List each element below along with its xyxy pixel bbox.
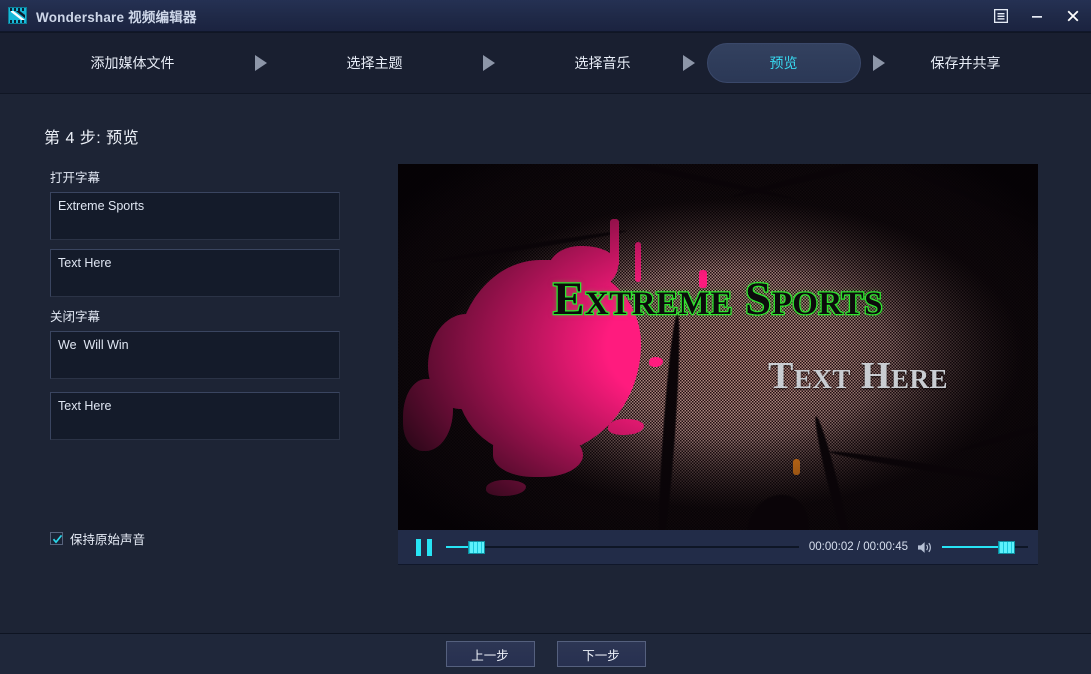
open-caption-line1-input[interactable]: Extreme Sports xyxy=(50,192,340,240)
list-menu-icon xyxy=(994,9,1008,23)
video-screen[interactable]: Extreme Sports Text Here xyxy=(398,164,1038,530)
player-controls: 00:00:02 / 00:00:45 xyxy=(398,530,1038,565)
video-vignette xyxy=(398,164,1038,530)
close-icon xyxy=(1067,10,1079,22)
triangle-right-icon xyxy=(482,55,495,71)
time-display: 00:00:02 / 00:00:45 xyxy=(808,541,908,553)
progress-slider[interactable] xyxy=(446,539,799,556)
keep-original-audio-label: 保持原始声音 xyxy=(70,533,146,547)
triangle-right-icon xyxy=(872,55,885,71)
next-step-button[interactable]: 下一步 xyxy=(556,641,646,667)
progress-slider-handle[interactable] xyxy=(468,540,485,554)
app-title: Wondershare 视频编辑器 xyxy=(36,9,197,25)
step-save-share[interactable]: 保存并共享 xyxy=(925,53,1007,73)
page-title: 第 4 步: 预览 xyxy=(44,130,140,147)
menu-button[interactable] xyxy=(983,0,1019,32)
triangle-right-icon xyxy=(254,55,267,71)
open-caption-line2-input[interactable]: Text Here xyxy=(50,249,340,297)
minimize-button[interactable] xyxy=(1019,0,1055,32)
close-caption-line1-input[interactable]: We Will Win xyxy=(50,331,340,379)
minimize-icon xyxy=(1032,16,1042,18)
step-add-media[interactable]: 添加媒体文件 xyxy=(85,53,181,73)
step-navigation: 添加媒体文件 选择主题 选择音乐 预览 保存并共享 xyxy=(0,32,1091,94)
step-preview[interactable]: 预览 xyxy=(706,43,861,83)
video-overlay-subtitle: Text Here xyxy=(768,355,948,397)
volume-slider[interactable] xyxy=(942,539,1028,556)
preview-player: Extreme Sports Text Here 00:00:02 / 00:0… xyxy=(398,164,1038,654)
open-caption-label: 打开字幕 xyxy=(50,171,101,185)
window-controls xyxy=(983,0,1091,32)
close-caption-label: 关闭字幕 xyxy=(50,310,101,324)
check-icon xyxy=(52,534,63,544)
close-caption-line2-input[interactable]: Text Here xyxy=(50,392,340,440)
keep-original-audio-row[interactable]: 保持原始声音 xyxy=(50,529,145,548)
volume-slider-handle[interactable] xyxy=(998,540,1015,554)
step-select-theme[interactable]: 选择主题 xyxy=(341,53,409,73)
pause-icon[interactable] xyxy=(416,538,432,556)
step-select-music[interactable]: 选择音乐 xyxy=(569,53,637,73)
caption-panel: 打开字幕 Extreme Sports Text Here 关闭字幕 We Wi… xyxy=(50,167,340,440)
close-button[interactable] xyxy=(1055,0,1091,32)
previous-step-button[interactable]: 上一步 xyxy=(445,641,535,667)
video-overlay-title: Extreme Sports xyxy=(552,272,884,327)
triangle-right-icon xyxy=(682,55,695,71)
speaker-on-icon[interactable] xyxy=(917,540,934,555)
title-bar: Wondershare 视频编辑器 xyxy=(0,0,1091,32)
film-strip-icon xyxy=(8,7,27,24)
keep-original-audio-checkbox[interactable] xyxy=(50,532,63,545)
main-content: 第 4 步: 预览 打开字幕 Extreme Sports Text Here … xyxy=(0,94,1091,633)
footer-bar: 上一步 下一步 xyxy=(0,633,1091,674)
